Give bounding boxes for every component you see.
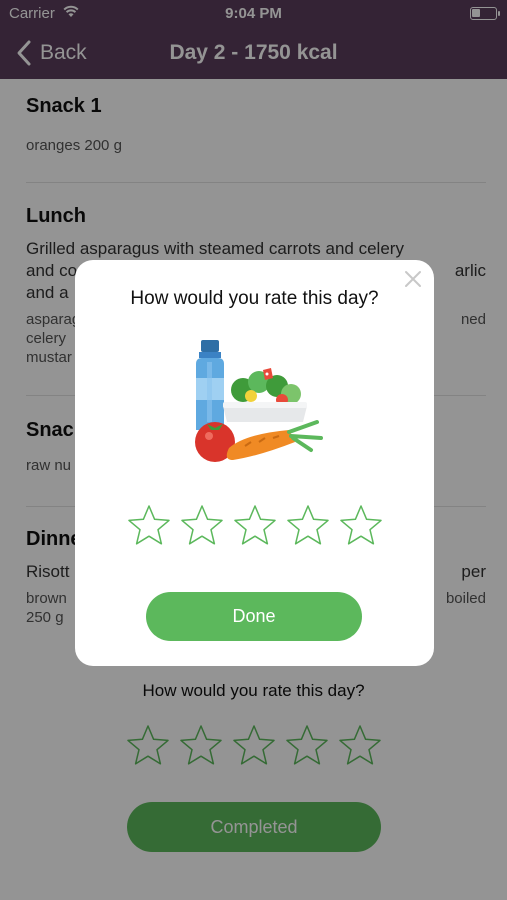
healthy-food-icon <box>195 340 323 462</box>
dialog-rating-stars <box>75 504 434 546</box>
close-icon[interactable] <box>404 270 422 288</box>
rating-dialog: How would you rate this day? Done <box>75 260 434 666</box>
star-icon[interactable] <box>233 504 276 546</box>
done-button[interactable]: Done <box>146 592 362 641</box>
star-icon[interactable] <box>180 504 223 546</box>
star-icon[interactable] <box>339 504 382 546</box>
star-icon[interactable] <box>127 504 170 546</box>
dialog-question: How would you rate this day? <box>130 288 379 309</box>
star-icon[interactable] <box>286 504 329 546</box>
